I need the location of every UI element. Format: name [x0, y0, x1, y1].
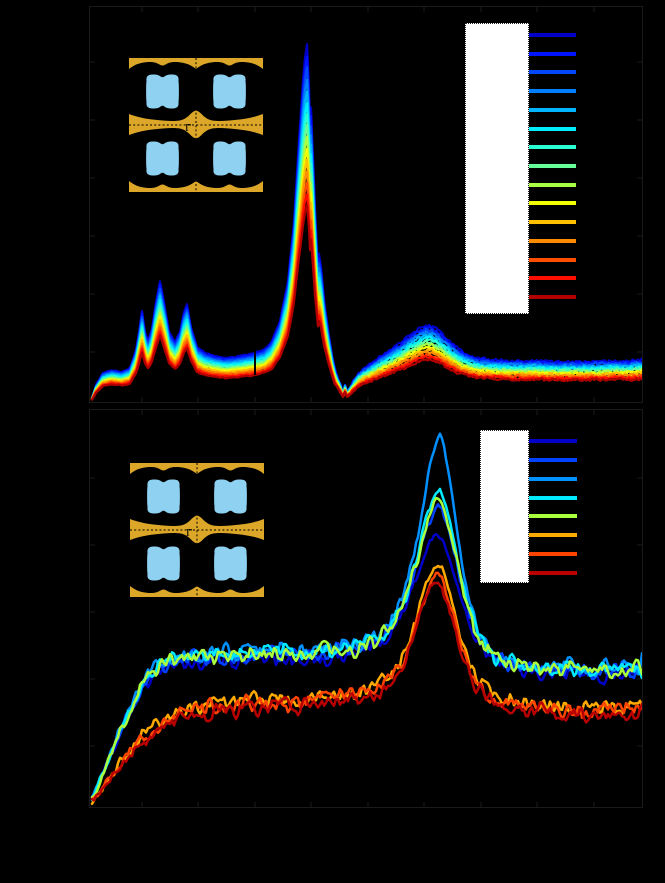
legend-color-line-5 — [529, 533, 577, 538]
legend-color-line-1 — [529, 51, 576, 56]
gamma-point-label: Γ — [185, 122, 191, 134]
legend-color-line-3 — [529, 495, 577, 500]
legend-color-line-7 — [529, 163, 576, 168]
legend-color-line-2 — [529, 476, 577, 481]
legend-color-line-5 — [529, 126, 576, 131]
legend-color-line-2 — [529, 70, 576, 75]
legend-color-line-9 — [529, 201, 576, 206]
legend-color-line-3 — [529, 89, 576, 94]
legend-color-line-6 — [529, 552, 577, 557]
legend-color-line-7 — [529, 571, 577, 576]
spectra-panel-top: Γ — [89, 6, 643, 403]
legend-box-bottom — [480, 430, 529, 583]
figure: Γ Γ — [0, 0, 665, 883]
legend-color-line-10 — [529, 220, 576, 225]
legend-color-line-8 — [529, 182, 576, 187]
legend-color-line-4 — [529, 514, 577, 519]
legend-color-line-14 — [529, 294, 576, 299]
gamma-point-label: Γ — [186, 527, 192, 539]
legend-color-line-11 — [529, 238, 576, 243]
screenshot-root: { "page": { "background": "#000000" }, "… — [0, 0, 665, 883]
legend-color-line-0 — [529, 439, 577, 443]
legend-color-line-12 — [529, 257, 576, 262]
fermi-surface-inset-top: Γ — [129, 58, 263, 192]
spectra-panel-bottom: Γ — [89, 409, 643, 808]
legend-color-line-13 — [529, 276, 576, 281]
legend-color-line-6 — [529, 145, 576, 150]
spectrum-curve-5 — [90, 564, 642, 806]
legend-color-line-0 — [529, 33, 576, 37]
legend-color-line-4 — [529, 107, 576, 112]
legend-color-line-1 — [529, 457, 577, 462]
fermi-surface-inset-bottom: Γ — [130, 463, 264, 597]
spectrum-curve-6 — [90, 571, 642, 801]
legend-box-top — [465, 23, 529, 314]
